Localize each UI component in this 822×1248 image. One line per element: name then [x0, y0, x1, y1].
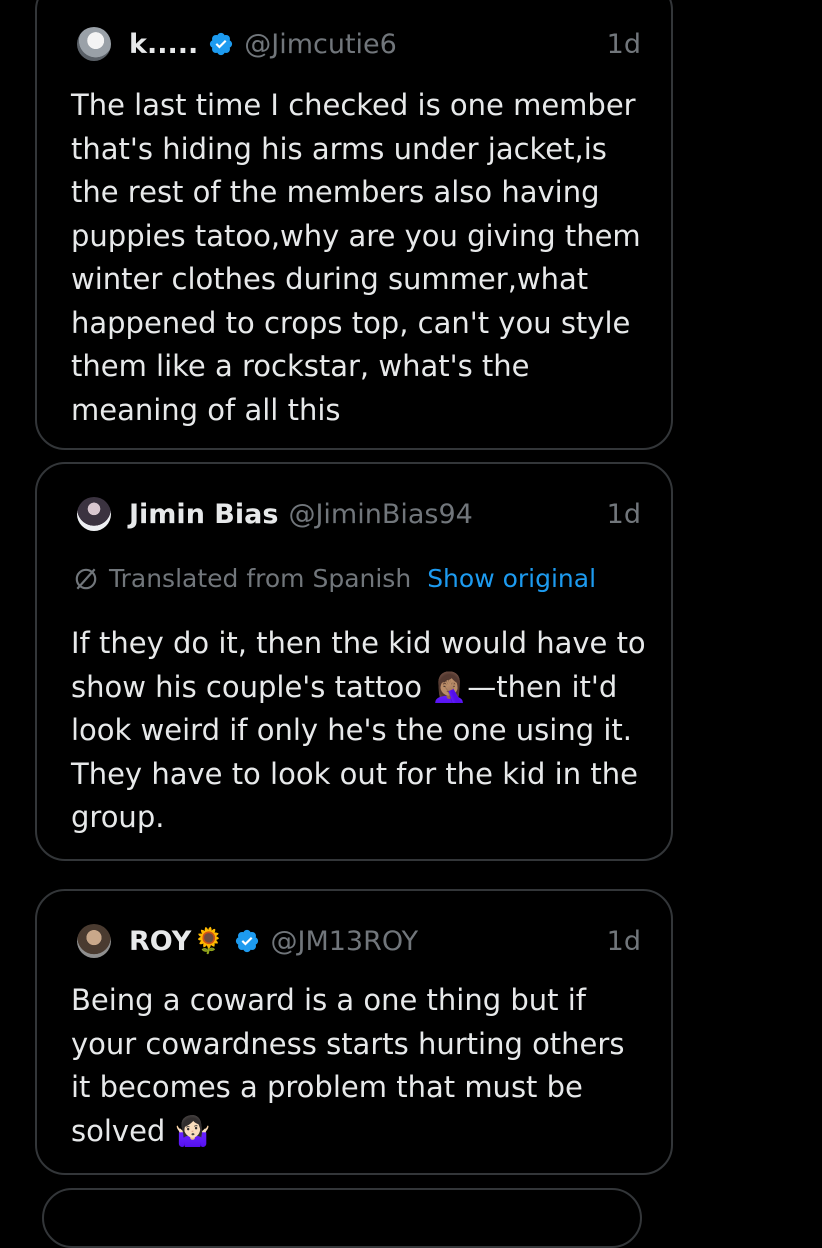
tweet-text-line: happened to crops top, can't you style: [71, 305, 631, 340]
tweet-text-line: Being a coward is a one thing but if: [71, 983, 587, 1017]
handle[interactable]: @JM13ROY: [270, 926, 418, 957]
timestamp[interactable]: 1d: [607, 29, 641, 60]
tweet-text-line: If they do it, then the kid would have t…: [71, 626, 646, 660]
tweet-text-line: The last time I checked is one member: [71, 88, 636, 122]
tweet-text-line: that's hiding his arms under jacket,is: [71, 131, 607, 166]
display-name[interactable]: ROY: [129, 926, 191, 957]
tweet-header: Jimin Bias @JiminBias94 1d: [77, 494, 641, 534]
tweet-text-line: it becomes a problem that must be: [71, 1070, 583, 1104]
tweet-text-line: look weird if only he's the one using it…: [71, 713, 632, 747]
quote-tweet-card[interactable]: ROY 🌻 @JM13ROY 1d Being a coward is a on…: [35, 889, 673, 1175]
tweet-text-line: puppies tatoo,why are you giving them: [71, 218, 641, 253]
tweet-text-line: They have to look out for the kid in the: [71, 756, 638, 791]
timestamp[interactable]: 1d: [607, 499, 641, 530]
sunflower-emoji: 🌻: [193, 926, 225, 955]
quote-tweet-card[interactable]: k..... @Jimcutie6 1d The last time I che…: [35, 0, 673, 450]
handle[interactable]: @Jimcutie6: [244, 29, 397, 60]
timestamp[interactable]: 1d: [607, 926, 641, 957]
tweet-header: ROY 🌻 @JM13ROY 1d: [77, 921, 641, 961]
tweet-text-line: them like a rockstar, what's the: [71, 349, 530, 383]
tweet-text-line: your cowardness starts hurting others: [71, 1026, 625, 1061]
tweet-text-line: the rest of the members also having: [71, 175, 600, 209]
tweet-text-line: winter clothes during summer,what: [71, 262, 589, 296]
tweet-text-line: group.: [71, 800, 165, 834]
verified-badge-icon: [210, 32, 233, 56]
verified-badge-icon: [236, 929, 259, 953]
tweet-text-line: meaning of all this: [71, 392, 341, 427]
tweet-header: k..... @Jimcutie6 1d: [77, 24, 641, 64]
tweet-text-line: solved 🤷🏻‍♀️: [71, 1113, 211, 1148]
tweet-text-line: show his couple's tattoo 🤦🏽‍♀️—then it'd: [71, 669, 618, 704]
translate-icon: [75, 568, 97, 589]
tweet-text: If they do it, then the kid would have t…: [71, 622, 646, 840]
tweet-text: The last time I checked is one member th…: [71, 84, 643, 432]
quote-tweet-card-partial[interactable]: [42, 1188, 642, 1248]
tweet-text: Being a coward is a one thing but if you…: [71, 979, 643, 1153]
display-name[interactable]: Jimin Bias: [129, 499, 278, 530]
avatar[interactable]: [77, 497, 111, 531]
translated-label: Translated from Spanish: [109, 564, 412, 593]
handle[interactable]: @JiminBias94: [288, 499, 472, 530]
show-original-link[interactable]: Show original: [427, 564, 596, 593]
avatar[interactable]: [77, 27, 111, 61]
quote-tweet-card[interactable]: Jimin Bias @JiminBias94 1d Translated fr…: [35, 462, 673, 861]
display-name[interactable]: k.....: [129, 29, 198, 60]
translation-notice: Translated from Spanish Show original: [73, 564, 596, 593]
avatar[interactable]: [77, 924, 111, 958]
